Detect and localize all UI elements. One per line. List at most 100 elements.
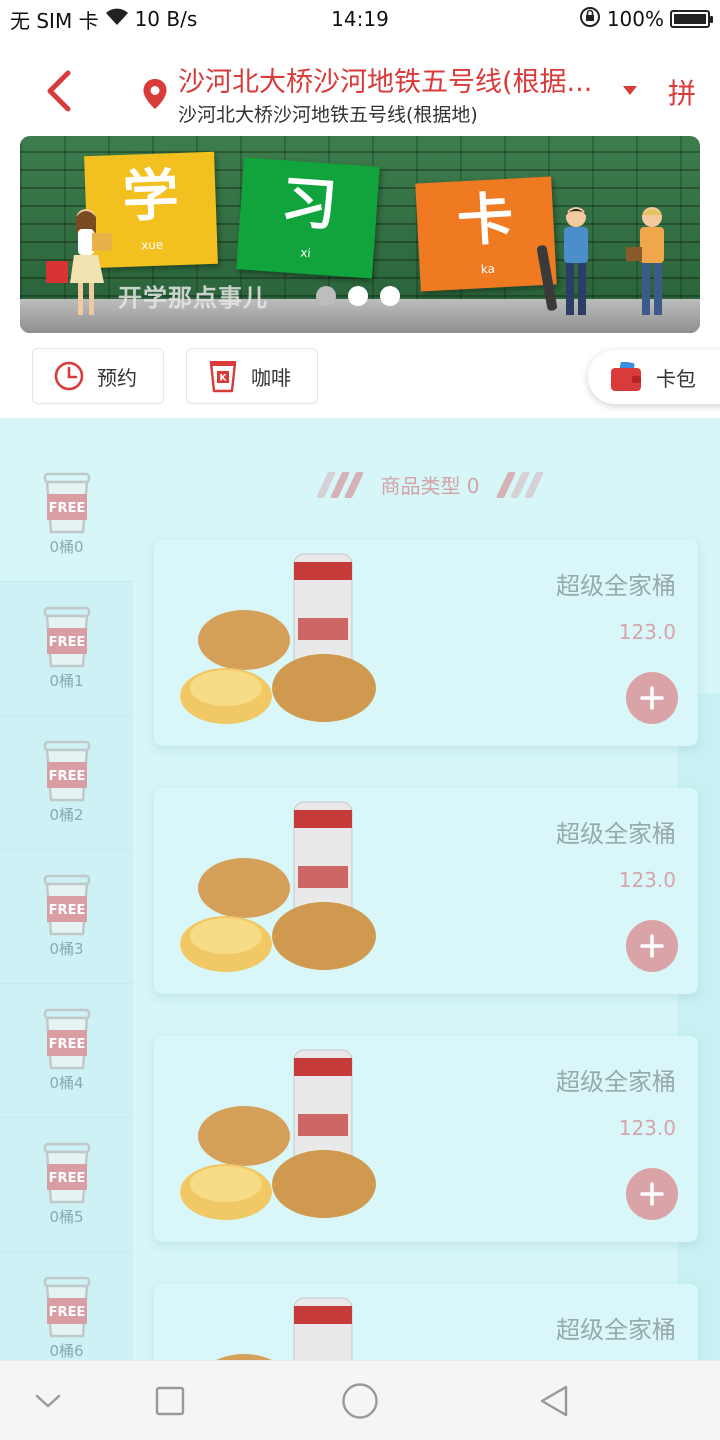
nav-back-button[interactable] xyxy=(534,1381,574,1421)
free-badge: FREE xyxy=(48,903,85,918)
product-name: 超级全家桶 xyxy=(556,572,676,600)
free-badge: FREE xyxy=(48,635,85,650)
header: 沙河北大桥沙河地铁五号线(根据... 沙河北大桥沙河地铁五号线(根据地) 拼 xyxy=(0,44,720,132)
free-badge: FREE xyxy=(48,1171,85,1186)
banner-card-pinyin: xi xyxy=(299,245,312,261)
network-speed: 10 B/s xyxy=(134,7,198,31)
product-name: 超级全家桶 xyxy=(556,820,676,848)
product-name: 超级全家桶 xyxy=(556,1316,676,1344)
add-to-cart-button[interactable] xyxy=(626,672,678,724)
system-nav-bar xyxy=(0,1360,720,1440)
product-price: 123.0 xyxy=(618,1116,676,1140)
banner-pagination xyxy=(316,286,400,306)
wallet-button[interactable]: 卡包 xyxy=(588,350,720,404)
banner-card-xi: 习 xi xyxy=(236,157,380,279)
family-bucket-image xyxy=(180,553,376,724)
store-location-subtitle: 沙河北大桥沙河地铁五号线(根据地) xyxy=(178,104,478,126)
product-card[interactable]: 超级全家桶 123.0 xyxy=(154,1036,698,1242)
circle-icon xyxy=(342,1383,378,1419)
category-item[interactable]: FREE 0桶3 xyxy=(0,850,133,984)
student-boy-illustration xyxy=(536,207,588,315)
category-item[interactable]: FREE 0桶4 xyxy=(0,984,133,1118)
pagination-dot[interactable] xyxy=(348,286,368,306)
free-cup-icon: FREE xyxy=(43,472,90,534)
free-cup-icon: FREE xyxy=(43,1008,90,1070)
banner-card-pinyin: xue xyxy=(140,237,164,253)
student-girl-illustration xyxy=(46,209,112,315)
category-label: 0桶3 xyxy=(49,940,84,958)
status-right: 100% xyxy=(579,6,713,33)
category-item[interactable]: FREE 0桶1 xyxy=(0,582,133,716)
product-name: 超级全家桶 xyxy=(556,1068,676,1096)
student-boy-2-illustration xyxy=(626,207,664,315)
family-bucket-image xyxy=(180,1049,376,1220)
category-label: 0桶0 xyxy=(49,538,84,556)
section-header: 商品类型 0 xyxy=(280,470,580,499)
decorative-slashes-right xyxy=(495,471,544,498)
free-badge: FREE xyxy=(48,1037,85,1052)
coffee-button[interactable]: K 咖啡 xyxy=(186,348,318,404)
rotation-lock-icon xyxy=(579,6,601,33)
category-label: 0桶4 xyxy=(49,1074,84,1092)
pagination-dot[interactable] xyxy=(316,286,336,306)
chevron-down-icon xyxy=(35,1394,61,1408)
reserve-label: 预约 xyxy=(97,365,137,390)
family-bucket-image xyxy=(216,1297,353,1360)
store-location-title[interactable]: 沙河北大桥沙河地铁五号线(根据... xyxy=(178,60,618,99)
promo-banner[interactable]: 开学那点事儿 学 xue 习 xi 卡 ka xyxy=(20,136,700,333)
product-card[interactable]: 超级全家桶 123.0 xyxy=(154,540,698,746)
free-cup-icon: FREE xyxy=(43,606,90,668)
square-icon xyxy=(155,1386,185,1416)
pagination-dot[interactable] xyxy=(380,286,400,306)
coffee-label: 咖啡 xyxy=(251,365,291,390)
nav-collapse-button[interactable] xyxy=(28,1381,68,1421)
location-pin-icon xyxy=(143,79,167,109)
back-button[interactable] xyxy=(36,66,80,116)
add-to-cart-button[interactable] xyxy=(626,1168,678,1220)
decorative-slashes-left xyxy=(316,471,365,498)
product-card[interactable]: 超级全家桶 xyxy=(154,1284,698,1360)
product-price: 123.0 xyxy=(618,620,676,644)
free-badge: FREE xyxy=(48,769,85,784)
banner-card-char: 学 xyxy=(121,162,180,230)
carrier-text: 无 SIM 卡 xyxy=(10,8,99,33)
nav-recents-button[interactable] xyxy=(150,1381,190,1421)
nav-home-button[interactable] xyxy=(340,1381,380,1421)
product-price: 123.0 xyxy=(618,868,676,892)
category-label: 0桶1 xyxy=(49,672,84,690)
free-cup-icon: FREE xyxy=(43,740,90,802)
wallet-icon xyxy=(611,362,641,391)
banner-card-pinyin: ka xyxy=(480,261,496,277)
group-order-button[interactable]: 拼 xyxy=(668,72,696,112)
category-item[interactable]: FREE 0桶5 xyxy=(0,1118,133,1252)
product-card[interactable]: 超级全家桶 123.0 xyxy=(154,788,698,994)
category-label: 0桶6 xyxy=(49,1342,84,1360)
category-label: 0桶5 xyxy=(49,1208,84,1226)
coffee-cup-icon: K xyxy=(209,361,237,393)
dropdown-caret-icon[interactable] xyxy=(623,86,637,95)
battery-percent: 100% xyxy=(606,7,664,31)
category-sidebar: FREE 0桶0 FREE 0桶1 FREE 0桶2 FREE 0桶3 FREE… xyxy=(0,448,133,1360)
plus-icon xyxy=(640,686,664,710)
reserve-button[interactable]: 预约 xyxy=(32,348,164,404)
category-item[interactable]: FREE 0桶0 xyxy=(0,448,133,582)
plus-icon xyxy=(640,1182,664,1206)
free-cup-icon: FREE xyxy=(43,874,90,936)
status-bar: 无 SIM 卡 10 B/s 14:19 100% xyxy=(0,0,720,38)
category-item[interactable]: FREE 0桶6 xyxy=(0,1252,133,1360)
section-title: 商品类型 0 xyxy=(380,474,480,498)
chevron-left-icon xyxy=(47,70,71,112)
status-left: 无 SIM 卡 10 B/s xyxy=(10,5,197,34)
banner-slogan: 开学那点事儿 xyxy=(118,284,268,312)
add-to-cart-button[interactable] xyxy=(626,920,678,972)
category-item[interactable]: FREE 0桶2 xyxy=(0,716,133,850)
battery-icon xyxy=(670,10,713,28)
free-badge: FREE xyxy=(48,501,85,516)
triangle-back-icon xyxy=(540,1385,568,1417)
family-bucket-image xyxy=(180,801,376,972)
free-badge: FREE xyxy=(48,1305,85,1320)
free-cup-icon: FREE xyxy=(43,1276,90,1338)
wifi-icon xyxy=(105,7,129,31)
wallet-label: 卡包 xyxy=(656,366,696,391)
free-cup-icon: FREE xyxy=(43,1142,90,1204)
